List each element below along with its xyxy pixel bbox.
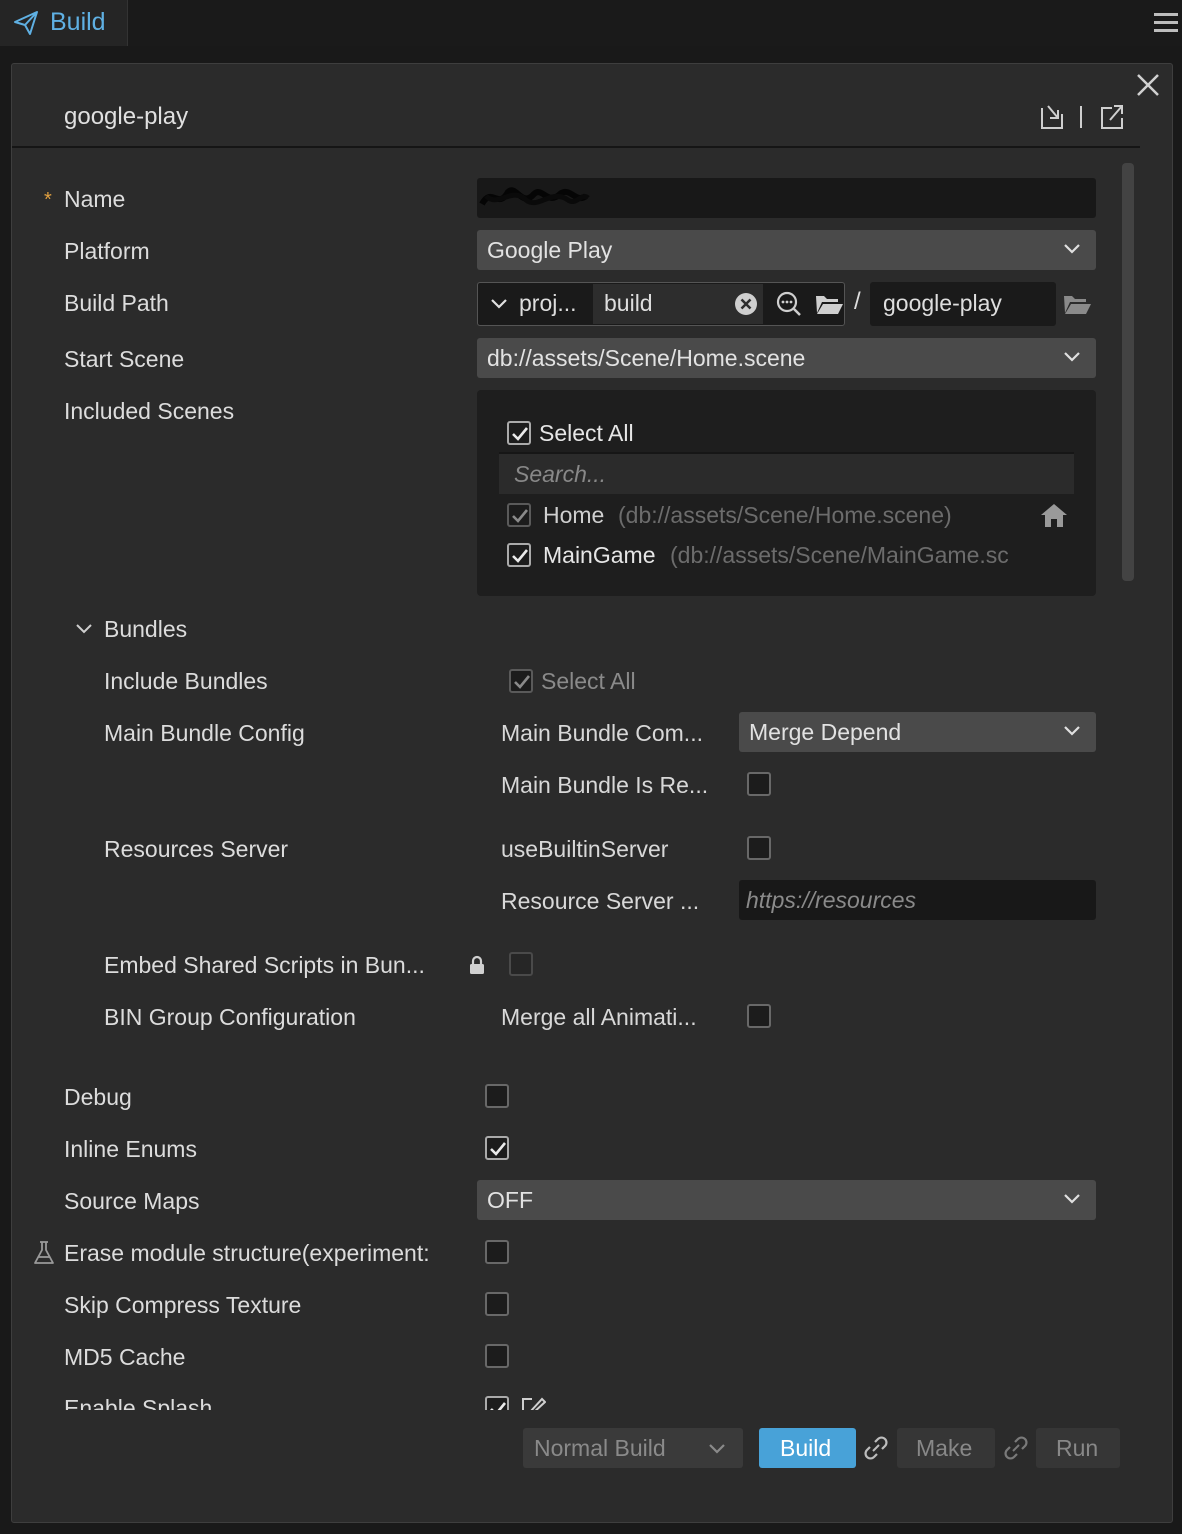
embed-shared-scripts-label: Embed Shared Scripts in Bun... bbox=[104, 952, 425, 978]
start-scene-label: Start Scene bbox=[64, 346, 185, 372]
main-bundle-is-remote-checkbox[interactable] bbox=[747, 772, 771, 796]
build-button-label: Build bbox=[780, 1435, 832, 1461]
send-icon bbox=[14, 11, 38, 35]
tab-bar bbox=[0, 0, 1182, 46]
clear-icon[interactable] bbox=[734, 292, 758, 316]
include-bundles-label: Include Bundles bbox=[104, 668, 268, 694]
scene-path-maingame: (db://assets/Scene/MainGame.sc bbox=[670, 542, 1009, 568]
inline-enums-label: Inline Enums bbox=[64, 1136, 197, 1162]
toolbar-separator bbox=[1080, 106, 1082, 128]
link-icon[interactable] bbox=[1002, 1434, 1030, 1462]
scene-name-home: Home bbox=[543, 502, 605, 528]
chevron-down-icon bbox=[709, 1444, 725, 1454]
included-scenes-label: Included Scenes bbox=[64, 398, 235, 424]
scene-checkbox-maingame[interactable] bbox=[507, 543, 531, 567]
erase-module-checkbox[interactable] bbox=[485, 1240, 509, 1264]
skip-compress-label: Skip Compress Texture bbox=[64, 1292, 302, 1318]
use-builtin-server-checkbox[interactable] bbox=[747, 836, 771, 860]
scene-checkbox-home bbox=[507, 503, 531, 527]
bin-group-label: BIN Group Configuration bbox=[104, 1004, 356, 1030]
check-icon bbox=[514, 675, 531, 689]
md5-cache-checkbox[interactable] bbox=[485, 1344, 509, 1368]
name-label: Name bbox=[64, 186, 126, 212]
tab-label: Build bbox=[50, 8, 106, 36]
debug-label: Debug bbox=[64, 1084, 132, 1110]
chevron-down-icon[interactable] bbox=[490, 297, 508, 311]
main-bundle-is-remote-label: Main Bundle Is Re... bbox=[501, 772, 709, 798]
make-button-label: Make bbox=[916, 1435, 973, 1461]
build-path-separator: / bbox=[854, 288, 861, 315]
run-button-label: Run bbox=[1056, 1435, 1099, 1461]
resources-server-label: Resources Server bbox=[104, 836, 289, 862]
resource-server-url-label: Resource Server ... bbox=[501, 888, 700, 914]
folder-open-icon[interactable] bbox=[1062, 292, 1092, 316]
link-icon[interactable] bbox=[862, 1434, 890, 1462]
debug-checkbox[interactable] bbox=[485, 1084, 509, 1108]
build-path-label: Build Path bbox=[64, 290, 169, 316]
check-icon bbox=[512, 509, 529, 523]
export-icon[interactable] bbox=[1098, 102, 1126, 132]
start-scene-value: db://assets/Scene/Home.scene bbox=[487, 345, 806, 371]
preset-title: google-play bbox=[64, 103, 189, 130]
build-mode-value: Normal Build bbox=[534, 1435, 666, 1461]
chevron-down-icon[interactable] bbox=[74, 622, 94, 636]
chevron-down-icon bbox=[1064, 726, 1080, 736]
check-icon bbox=[490, 1142, 507, 1156]
folder-open-icon[interactable] bbox=[814, 292, 844, 316]
merge-animations-checkbox[interactable] bbox=[747, 1004, 771, 1028]
skip-compress-checkbox[interactable] bbox=[485, 1292, 509, 1316]
flask-icon bbox=[34, 1241, 54, 1264]
required-mark: * bbox=[44, 189, 52, 211]
main-bundle-compression-value: Merge Depend bbox=[749, 719, 902, 745]
main-bundle-compression-select[interactable]: Merge Depend bbox=[739, 712, 1096, 752]
chevron-down-icon bbox=[1064, 1194, 1080, 1204]
main-bundle-compression-label: Main Bundle Com... bbox=[501, 720, 703, 746]
menu-icon[interactable] bbox=[1152, 10, 1180, 36]
source-maps-label: Source Maps bbox=[64, 1188, 200, 1214]
erase-module-label-clip: Erase module structure(experiment: bbox=[64, 1238, 466, 1270]
inline-enums-checkbox[interactable] bbox=[485, 1136, 509, 1160]
merge-animations-label: Merge all Animati... bbox=[501, 1004, 697, 1030]
embed-shared-scripts-checkbox bbox=[509, 952, 533, 976]
scene-path-clip: (db://assets/Scene/MainGame.sc bbox=[670, 540, 1036, 572]
erase-module-label: Erase module structure(experiment: bbox=[64, 1240, 430, 1266]
md5-cache-label: MD5 Cache bbox=[64, 1344, 186, 1370]
bundles-section-label[interactable]: Bundles bbox=[104, 616, 187, 643]
build-path-root[interactable]: proj... bbox=[519, 290, 577, 317]
use-builtin-server-label: useBuiltinServer bbox=[501, 836, 669, 862]
resource-server-url-placeholder: https://resources bbox=[746, 887, 917, 913]
scene-path-home: (db://assets/Scene/Home.scene) bbox=[618, 502, 952, 528]
include-bundles-select-all-label: Select All bbox=[541, 668, 636, 694]
source-maps-select[interactable]: OFF bbox=[477, 1180, 1096, 1220]
include-bundles-select-all-checkbox bbox=[509, 669, 533, 693]
select-all-scenes-checkbox[interactable] bbox=[507, 421, 531, 445]
search-icon[interactable] bbox=[775, 290, 803, 318]
chevron-down-icon bbox=[1064, 244, 1080, 254]
platform-value: Google Play bbox=[487, 237, 613, 263]
scrollbar-thumb[interactable] bbox=[1122, 163, 1134, 581]
main-bundle-config-label: Main Bundle Config bbox=[104, 720, 305, 746]
header-divider bbox=[12, 146, 1140, 148]
scene-search-placeholder: Search... bbox=[514, 461, 607, 487]
build-path-output-text: google-play bbox=[883, 290, 1002, 316]
import-icon[interactable] bbox=[1038, 102, 1066, 132]
platform-label: Platform bbox=[64, 238, 150, 264]
build-path-dir-text: build bbox=[604, 290, 653, 316]
enable-splash-row-clip: Enable Splash bbox=[30, 1390, 1130, 1412]
chevron-down-icon bbox=[1064, 352, 1080, 362]
resource-server-url-input[interactable]: https://resources bbox=[739, 880, 1096, 920]
platform-select[interactable]: Google Play bbox=[477, 230, 1096, 270]
select-all-scenes-label: Select All bbox=[539, 420, 634, 446]
home-icon bbox=[1041, 504, 1067, 527]
start-scene-select[interactable]: db://assets/Scene/Home.scene bbox=[477, 338, 1096, 378]
check-icon bbox=[512, 549, 529, 563]
scene-name-maingame: MainGame bbox=[543, 542, 656, 568]
source-maps-value: OFF bbox=[487, 1187, 533, 1213]
redacted-name-scribble bbox=[479, 187, 590, 206]
lock-icon bbox=[470, 955, 484, 974]
tab-build[interactable]: Build bbox=[0, 0, 128, 46]
check-icon bbox=[512, 427, 529, 441]
close-icon[interactable] bbox=[1133, 70, 1163, 100]
